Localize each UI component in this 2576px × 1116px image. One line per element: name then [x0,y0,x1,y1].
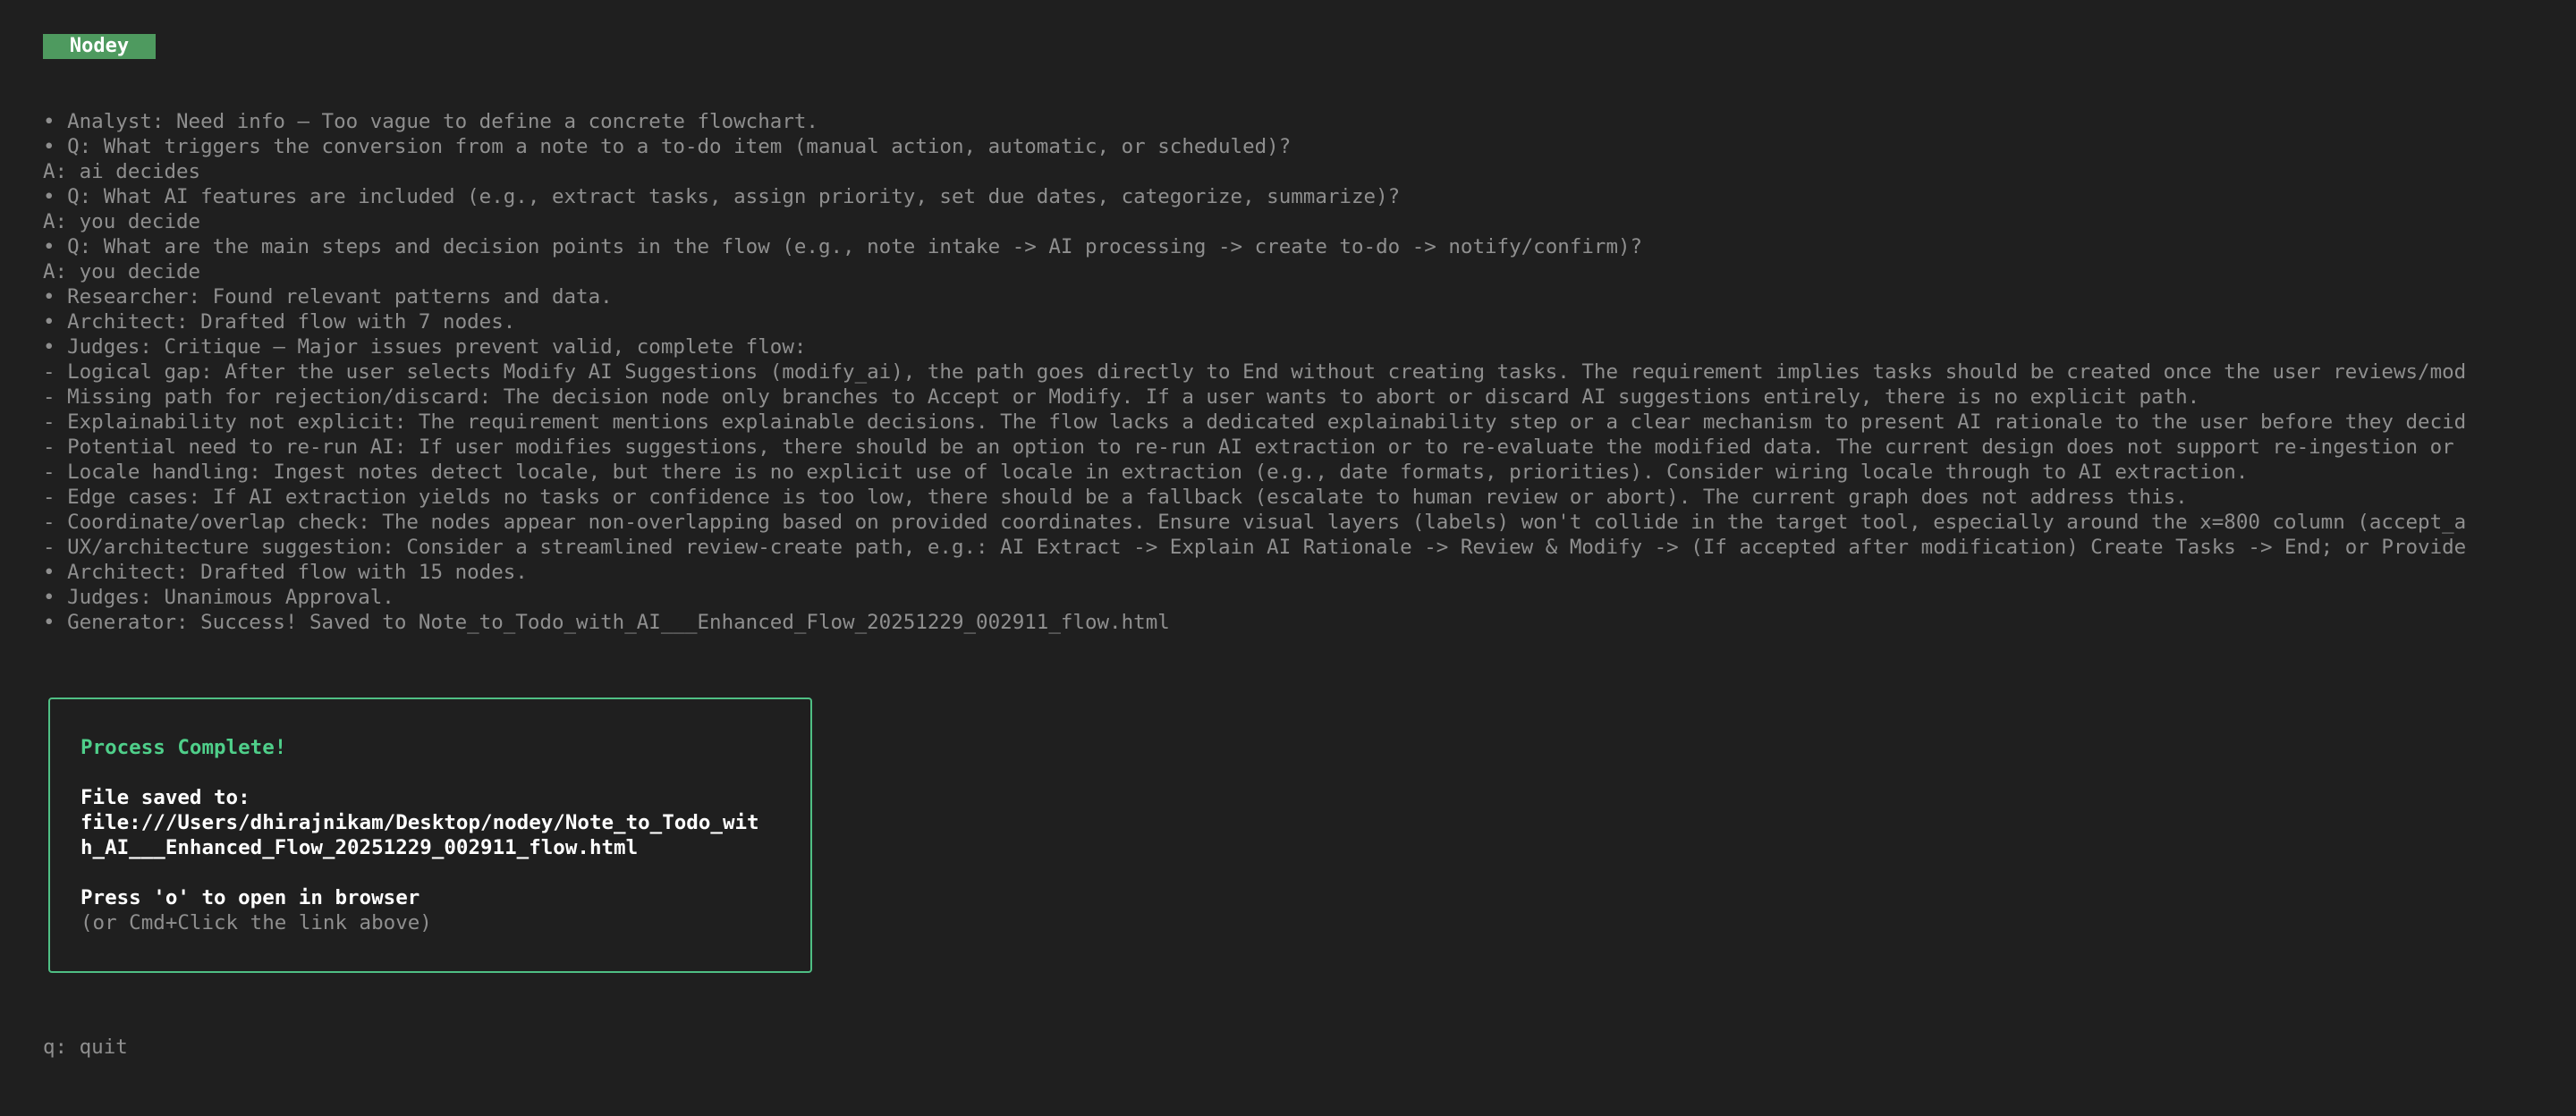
log-line: • Judges: Critique — Major issues preven… [43,335,807,359]
log-line: A: you decide [43,260,201,283]
log-line: • Judges: Unanimous Approval. [43,586,394,609]
log-line: • Analyst: Need info — Too vague to defi… [43,110,818,133]
panel-spacer [80,760,780,785]
log-line: • Researcher: Found relevant patterns an… [43,285,613,309]
log-line: • Q: What AI features are included (e.g.… [43,185,1401,208]
log-line: - Locale handling: Ingest notes detect l… [43,461,2249,484]
activity-log: • Analyst: Need info — Too vague to defi… [43,109,2547,635]
app-title-badge: Nodey [43,34,156,59]
log-line: - Coordinate/overlap check: The nodes ap… [43,511,2467,534]
log-line: • Q: What triggers the conversion from a… [43,135,1292,158]
log-line: • Q: What are the main steps and decisio… [43,235,1643,258]
file-path-link-line-2[interactable]: h_AI___Enhanced_Flow_20251229_002911_flo… [80,835,780,860]
log-line: - UX/architecture suggestion: Consider a… [43,536,2467,559]
open-browser-hint: Press 'o' to open in browser [80,886,420,909]
cmd-click-hint: (or Cmd+Click the link above) [80,911,432,934]
log-line: A: you decide [43,210,201,233]
panel-title: Process Complete! [80,736,287,759]
log-line: A: ai decides [43,160,201,183]
panel-spacer [80,860,780,885]
log-line: • Generator: Success! Saved to Note_to_T… [43,611,1170,634]
log-line: - Potential need to re-run AI: If user m… [43,435,2454,459]
log-line: - Edge cases: If AI extraction yields no… [43,486,2188,509]
saved-label: File saved to: [80,786,250,809]
file-path-link-line-1[interactable]: file:///Users/dhirajnikam/Desktop/nodey/… [80,810,780,835]
log-line: - Explainability not explicit: The requi… [43,410,2467,434]
process-complete-panel: Process Complete! File saved to: file://… [48,698,812,973]
quit-hint: q: quit [43,1036,128,1059]
log-line: • Architect: Drafted flow with 15 nodes. [43,561,528,584]
log-line: • Architect: Drafted flow with 7 nodes. [43,310,516,334]
log-line: - Missing path for rejection/discard: Th… [43,385,2200,409]
log-line: - Logical gap: After the user selects Mo… [43,360,2467,384]
